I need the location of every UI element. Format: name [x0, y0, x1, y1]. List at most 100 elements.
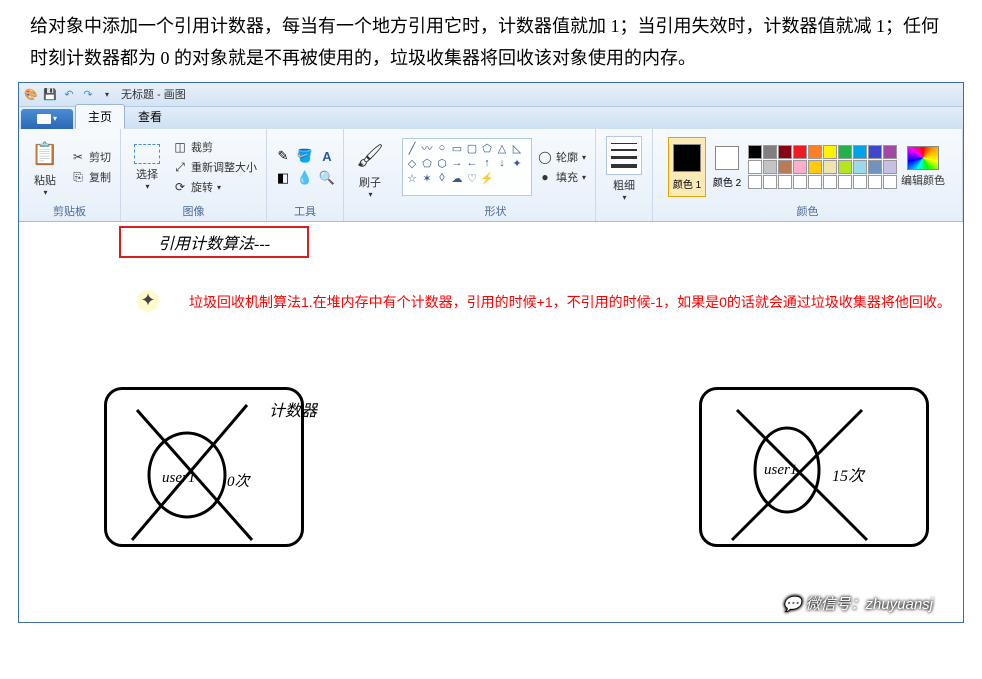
palette-color[interactable]	[793, 175, 807, 189]
palette-color[interactable]	[853, 160, 867, 174]
redo-icon[interactable]: ↷	[80, 86, 96, 102]
palette-color[interactable]	[808, 175, 822, 189]
palette-color[interactable]	[793, 145, 807, 159]
resize-button[interactable]: ⤢重新调整大小	[169, 158, 260, 176]
file-menu-button[interactable]: ▾	[21, 109, 73, 129]
crop-label: 裁剪	[191, 139, 213, 155]
tools-grid: ✎ 🪣 A ◧ 💧 🔍	[273, 146, 337, 188]
copy-button[interactable]: ⎘复制	[67, 168, 114, 186]
palette-color[interactable]	[808, 160, 822, 174]
palette-color[interactable]	[883, 145, 897, 159]
tab-bar: ▾ 主页 查看	[19, 107, 963, 129]
palette-color[interactable]	[763, 175, 777, 189]
palette-color[interactable]	[838, 175, 852, 189]
outline-label: 轮廓	[556, 149, 578, 165]
palette-color[interactable]	[748, 145, 762, 159]
palette-color[interactable]	[838, 160, 852, 174]
group-colors: 颜色 1 颜色 2 编辑颜色 颜色	[653, 129, 963, 221]
copy-icon: ⎘	[70, 169, 86, 185]
shape-bolt-icon[interactable]: ⚡	[480, 171, 494, 185]
shapes-gallery[interactable]: ╱〰○▭▢⬠△◺ ◇⬠⬡→←↑↓✦ ☆✶◊☁♡⚡	[402, 138, 532, 196]
shape-line-icon[interactable]: ╱	[405, 141, 419, 155]
group-label: 图像	[183, 203, 205, 220]
brush-label: 刷子	[359, 174, 381, 190]
palette-color[interactable]	[853, 145, 867, 159]
palette-color[interactable]	[748, 160, 762, 174]
counter-label: 计数器	[269, 397, 317, 421]
shape-4star-icon[interactable]: ✦	[510, 156, 524, 170]
palette-color[interactable]	[883, 175, 897, 189]
cross-out-icon	[702, 390, 932, 550]
shape-larrow-icon[interactable]: ←	[465, 156, 479, 170]
palette-color[interactable]	[823, 160, 837, 174]
shape-roundrect-icon[interactable]: ▢	[465, 141, 479, 155]
palette-color[interactable]	[748, 175, 762, 189]
shape-6star-icon[interactable]: ✶	[420, 171, 434, 185]
undo-icon[interactable]: ↶	[61, 86, 77, 102]
fill-tool[interactable]: 🪣	[295, 146, 315, 166]
palette-color[interactable]	[868, 145, 882, 159]
color2-button[interactable]: 颜色 2	[708, 137, 746, 197]
cut-label: 剪切	[89, 149, 111, 165]
palette-color[interactable]	[778, 160, 792, 174]
file-icon	[37, 114, 51, 124]
eraser-tool[interactable]: ◧	[273, 168, 293, 188]
group-size: 粗细 ▾	[596, 129, 653, 221]
size-button[interactable]: 粗细 ▾	[602, 136, 646, 202]
shape-rtri-icon[interactable]: ◺	[510, 141, 524, 155]
palette-color[interactable]	[883, 160, 897, 174]
shape-pent-icon[interactable]: ⬠	[420, 156, 434, 170]
tab-view[interactable]: 查看	[125, 104, 175, 129]
palette-color[interactable]	[823, 145, 837, 159]
shape-poly-icon[interactable]: ⬠	[480, 141, 494, 155]
zoom-tool[interactable]: 🔍	[317, 168, 337, 188]
palette-color[interactable]	[868, 175, 882, 189]
canvas-area[interactable]: 引用计数算法--- ✦ 垃圾回收机制算法1.在堆内存中有个计数器，引用的时候+1…	[19, 222, 963, 622]
paint-icon: 🎨	[23, 86, 39, 102]
shape-tri-icon[interactable]: △	[495, 141, 509, 155]
shape-uarrow-icon[interactable]: ↑	[480, 156, 494, 170]
outline-button[interactable]: ◯轮廓▾	[534, 148, 589, 166]
text-tool[interactable]: A	[317, 146, 337, 166]
palette-color[interactable]	[778, 145, 792, 159]
palette-color[interactable]	[838, 145, 852, 159]
shape-diamond-icon[interactable]: ◇	[405, 156, 419, 170]
shape-darrow-icon[interactable]: ↓	[495, 156, 509, 170]
annotation-text: 垃圾回收机制算法1.在堆内存中有个计数器，引用的时候+1，不引用的时候-1，如果…	[189, 292, 958, 313]
palette-color[interactable]	[868, 160, 882, 174]
rotate-button[interactable]: ⟳旋转▾	[169, 178, 260, 196]
shape-oval-icon[interactable]: ○	[435, 141, 449, 155]
shape-hex-icon[interactable]: ⬡	[435, 156, 449, 170]
edit-colors-button[interactable]: 编辑颜色	[899, 134, 947, 200]
shape-rect-icon[interactable]: ▭	[450, 141, 464, 155]
save-icon[interactable]: 💾	[42, 86, 58, 102]
color1-button[interactable]: 颜色 1	[668, 137, 706, 197]
palette-color[interactable]	[808, 145, 822, 159]
select-button[interactable]: 选择 ▾	[127, 134, 167, 200]
shape-rarrow-icon[interactable]: →	[450, 156, 464, 170]
shape-cloud-icon[interactable]: ☁	[450, 171, 464, 185]
paste-button[interactable]: 📋 粘贴 ▾	[25, 134, 65, 200]
palette-color[interactable]	[793, 160, 807, 174]
qat-dropdown-icon[interactable]: ▾	[99, 86, 115, 102]
brush-button[interactable]: 🖌 刷子 ▾	[350, 136, 390, 202]
palette-color[interactable]	[778, 175, 792, 189]
shape-5star-icon[interactable]: ☆	[405, 171, 419, 185]
resize-icon: ⤢	[172, 159, 188, 175]
palette-color[interactable]	[763, 160, 777, 174]
paste-label: 粘贴	[34, 172, 56, 188]
tab-home[interactable]: 主页	[75, 104, 125, 129]
shape-curve-icon[interactable]: 〰	[420, 141, 434, 155]
palette-color[interactable]	[763, 145, 777, 159]
shape-callout-icon[interactable]: ◊	[435, 171, 449, 185]
fill-button[interactable]: ●填充▾	[534, 168, 589, 186]
crop-button[interactable]: ◫裁剪	[169, 138, 260, 156]
picker-tool[interactable]: 💧	[295, 168, 315, 188]
palette-color[interactable]	[823, 175, 837, 189]
pencil-tool[interactable]: ✎	[273, 146, 293, 166]
group-label	[368, 207, 371, 220]
palette-color[interactable]	[853, 175, 867, 189]
cut-button[interactable]: ✂剪切	[67, 148, 114, 166]
chevron-down-icon: ▾	[53, 114, 57, 123]
shape-heart-icon[interactable]: ♡	[465, 171, 479, 185]
